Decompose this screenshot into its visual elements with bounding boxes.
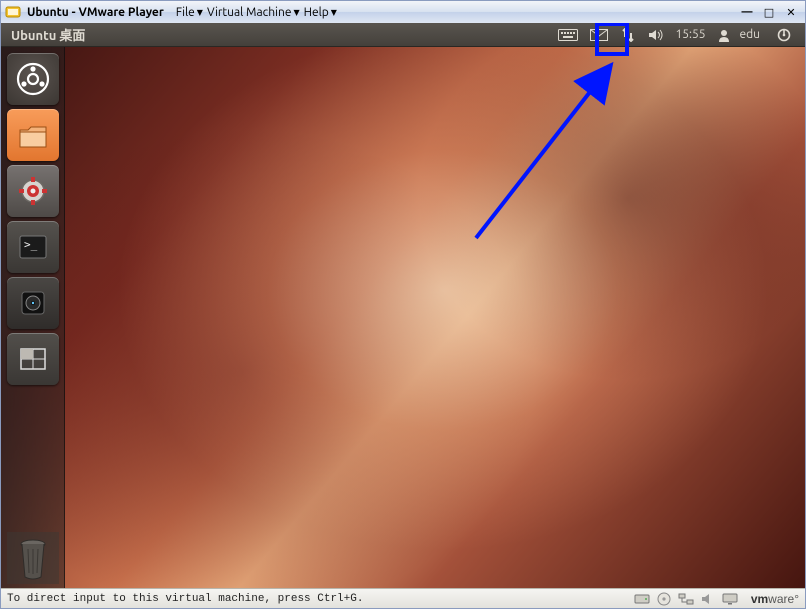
user-indicator[interactable]: edu <box>711 23 772 47</box>
session-indicator-icon[interactable] <box>771 23 797 47</box>
messages-indicator-icon[interactable] <box>584 23 614 47</box>
menu-help[interactable]: Help▼ <box>304 6 337 19</box>
sound-indicator-icon[interactable] <box>642 23 670 47</box>
launcher-dash-icon[interactable] <box>7 53 59 105</box>
launcher-home-folder-icon[interactable] <box>7 109 59 161</box>
status-sound-icon[interactable] <box>698 591 718 607</box>
status-network-icon[interactable] <box>676 591 696 607</box>
keyboard-indicator-icon[interactable] <box>552 23 584 47</box>
maximize-button[interactable]: □ <box>759 4 779 20</box>
menubar-app-title: Ubuntu 桌面 <box>11 25 85 44</box>
svg-text:>_: >_ <box>24 238 38 251</box>
status-cd-icon[interactable] <box>654 591 674 607</box>
desktop-wallpaper[interactable] <box>1 47 805 588</box>
guest-display[interactable]: Ubuntu 桌面 15:55 edu <box>1 23 805 588</box>
ubuntu-menubar: Ubuntu 桌面 15:55 edu <box>1 23 805 47</box>
vmware-titlebar: Ubuntu - VMware Player File▼ Virtual Mac… <box>1 1 805 23</box>
vmware-title: Ubuntu - VMware Player <box>27 6 164 19</box>
minimize-button[interactable]: — <box>737 4 757 20</box>
unity-launcher: >_ <box>1 47 65 588</box>
launcher-backup-icon[interactable] <box>7 277 59 329</box>
launcher-trash-icon[interactable] <box>7 532 59 584</box>
status-message: To direct input to this virtual machine,… <box>7 593 363 605</box>
network-indicator-icon[interactable] <box>614 23 642 47</box>
vmware-statusbar: To direct input to this virtual machine,… <box>1 588 805 608</box>
vmware-brand-label: vmware° <box>751 592 799 606</box>
clock-indicator[interactable]: 15:55 <box>670 23 710 47</box>
vmware-app-icon <box>5 4 21 20</box>
launcher-workspace-switcher-icon[interactable] <box>7 333 59 385</box>
menu-file[interactable]: File▼ <box>176 6 203 19</box>
close-button[interactable]: ✕ <box>781 4 801 20</box>
status-hdd-icon[interactable] <box>632 591 652 607</box>
vmware-window: Ubuntu - VMware Player File▼ Virtual Mac… <box>0 0 806 609</box>
launcher-system-settings-icon[interactable] <box>7 165 59 217</box>
launcher-terminal-icon[interactable]: >_ <box>7 221 59 273</box>
menu-virtual-machine[interactable]: Virtual Machine▼ <box>207 6 300 19</box>
status-display-icon[interactable] <box>720 591 740 607</box>
user-name-label: edu <box>735 28 766 41</box>
